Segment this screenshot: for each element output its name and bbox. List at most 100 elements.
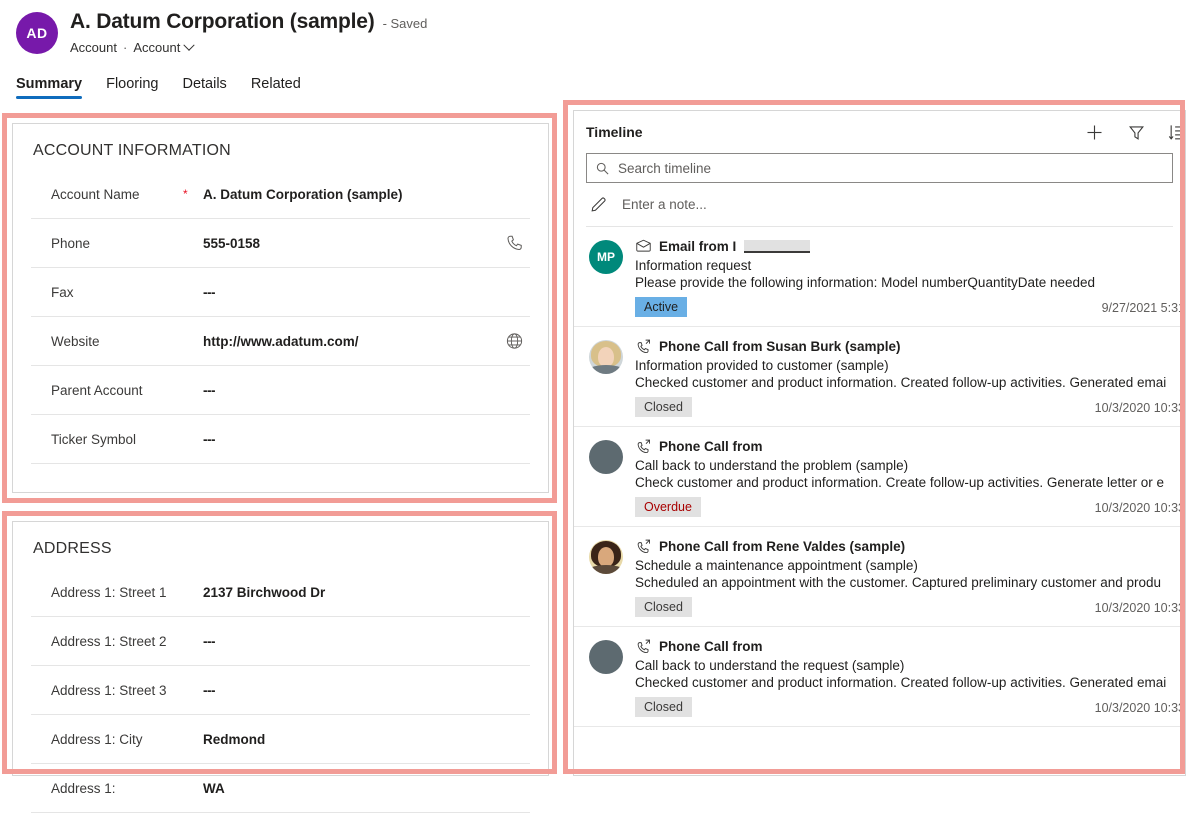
timeline-item-line3: Checked customer and product information… [635, 675, 1186, 690]
redacted-name-block [744, 240, 810, 253]
timeline-item-line3: Scheduled an appointment with the custom… [635, 575, 1186, 590]
timeline-item[interactable]: Phone Call from Call back to understand … [574, 427, 1185, 527]
address-card: ADDRESS Address 1: Street 1 2137 Birchwo… [12, 521, 549, 776]
save-status: - Saved [383, 16, 428, 31]
field-label-parent-account: Parent Account [31, 383, 183, 398]
timeline-item-date: 10/3/2020 10:33 [1095, 601, 1185, 615]
field-label-address-state: Address 1: [31, 781, 183, 796]
timeline-item[interactable]: MP Email from I Information request Plea… [574, 227, 1185, 327]
chevron-down-icon[interactable] [184, 39, 195, 50]
phone-call-icon [635, 338, 652, 355]
breadcrumb: Account · Account [70, 40, 193, 55]
timeline-item-line2: Information request [635, 258, 1185, 273]
field-value-address-street-3: --- [203, 683, 215, 698]
field-label-fax: Fax [31, 285, 183, 300]
status-badge: Closed [635, 597, 692, 617]
avatar-initials: MP [597, 250, 615, 264]
status-badge: Closed [635, 397, 692, 417]
timeline-title: Timeline [586, 124, 643, 140]
timeline-card: Timeline [573, 110, 1186, 776]
timeline-item-line2: Information provided to customer (sample… [635, 358, 1185, 373]
plus-icon[interactable] [1084, 122, 1105, 143]
timeline-item-date: 10/3/2020 10:33 [1095, 401, 1185, 415]
field-address-street-1[interactable]: Address 1: Street 1 2137 Birchwood Dr [31, 568, 530, 617]
form-tab-strip: Summary Flooring Details Related [16, 76, 301, 99]
status-badge: Overdue [635, 497, 701, 517]
field-label-website: Website [31, 334, 183, 349]
filter-icon[interactable] [1127, 123, 1146, 142]
field-value-phone: 555-0158 [203, 236, 260, 251]
required-indicator: * [183, 188, 203, 200]
field-label-address-street-2: Address 1: Street 2 [31, 634, 183, 649]
phone-icon[interactable] [505, 234, 524, 253]
timeline-item-subject: Email from I [659, 239, 736, 254]
timeline-header: Timeline [574, 111, 1185, 153]
field-ticker-symbol[interactable]: Ticker Symbol --- [31, 415, 530, 464]
form-selector-label[interactable]: Account [133, 40, 180, 55]
timeline-item-subject: Phone Call from [659, 639, 763, 654]
tab-related[interactable]: Related [251, 76, 301, 99]
field-value-address-street-1: 2137 Birchwood Dr [203, 585, 325, 600]
timeline-search[interactable] [586, 153, 1173, 183]
field-value-account-name: A. Datum Corporation (sample) [203, 187, 403, 202]
field-address-street-3[interactable]: Address 1: Street 3 --- [31, 666, 530, 715]
search-input[interactable] [618, 161, 1164, 176]
timeline-actions [1084, 122, 1179, 143]
field-parent-account[interactable]: Parent Account --- [31, 366, 530, 415]
timeline-item[interactable]: Phone Call from Susan Burk (sample) Info… [574, 327, 1185, 427]
account-information-card: ACCOUNT INFORMATION Account Name * A. Da… [12, 123, 549, 493]
field-fax[interactable]: Fax --- [31, 268, 530, 317]
email-icon [635, 238, 652, 255]
timeline-item-line2: Call back to understand the request (sam… [635, 658, 1185, 673]
record-title-row: A. Datum Corporation (sample) - Saved [70, 10, 427, 34]
timeline-item-subject: Phone Call from [659, 439, 763, 454]
tab-details[interactable]: Details [182, 76, 226, 99]
field-address-city[interactable]: Address 1: City Redmond [31, 715, 530, 764]
phone-call-icon [635, 538, 652, 555]
field-value-parent-account: --- [203, 383, 215, 398]
timeline-item[interactable]: Phone Call from Rene Valdes (sample) Sch… [574, 527, 1185, 627]
field-label-address-city: Address 1: City [31, 732, 183, 747]
pencil-icon [589, 195, 608, 214]
breadcrumb-separator: · [123, 40, 127, 55]
field-label-address-street-1: Address 1: Street 1 [31, 585, 183, 600]
tab-summary[interactable]: Summary [16, 76, 82, 99]
globe-icon[interactable] [505, 332, 524, 351]
avatar [589, 340, 623, 374]
record-avatar: AD [16, 12, 58, 54]
field-label-ticker-symbol: Ticker Symbol [31, 432, 183, 447]
account-information-heading: ACCOUNT INFORMATION [13, 124, 548, 170]
status-badge: Active [635, 297, 687, 317]
field-phone[interactable]: Phone 555-0158 [31, 219, 530, 268]
field-value-address-city: Redmond [203, 732, 265, 747]
timeline-item-line3: Checked customer and product information… [635, 375, 1186, 390]
field-value-fax: --- [203, 285, 215, 300]
note-placeholder-label: Enter a note... [622, 197, 707, 212]
timeline-note-entry[interactable]: Enter a note... [586, 183, 1173, 227]
timeline-item-line3: Check customer and product information. … [635, 475, 1186, 490]
field-address-street-2[interactable]: Address 1: Street 2 --- [31, 617, 530, 666]
field-label-address-street-3: Address 1: Street 3 [31, 683, 183, 698]
timeline-item-date: 10/3/2020 10:33 [1095, 501, 1185, 515]
avatar [589, 640, 623, 674]
address-heading: ADDRESS [13, 522, 548, 568]
timeline-item[interactable]: Phone Call from Call back to understand … [574, 627, 1185, 727]
sort-list-icon[interactable] [1168, 123, 1186, 142]
phone-call-icon [635, 438, 652, 455]
phone-call-icon [635, 638, 652, 655]
contact-photo [589, 540, 623, 574]
entity-type-label: Account [70, 40, 117, 55]
record-avatar-initials: AD [26, 25, 47, 41]
tab-flooring[interactable]: Flooring [106, 76, 158, 99]
timeline-item-line2: Schedule a maintenance appointment (samp… [635, 558, 1185, 573]
field-value-address-state: WA [203, 781, 225, 796]
avatar [589, 540, 623, 574]
timeline-item-date: 9/27/2021 5:31 [1102, 301, 1185, 315]
field-website[interactable]: Website http://www.adatum.com/ [31, 317, 530, 366]
timeline-item-line3: Please provide the following information… [635, 275, 1186, 290]
field-account-name[interactable]: Account Name * A. Datum Corporation (sam… [31, 170, 530, 219]
timeline-item-line2: Call back to understand the problem (sam… [635, 458, 1185, 473]
field-address-state[interactable]: Address 1: WA [31, 764, 530, 813]
record-header: AD A. Datum Corporation (sample) - Saved… [0, 0, 1186, 70]
timeline-item-subject: Phone Call from Rene Valdes (sample) [659, 539, 905, 554]
